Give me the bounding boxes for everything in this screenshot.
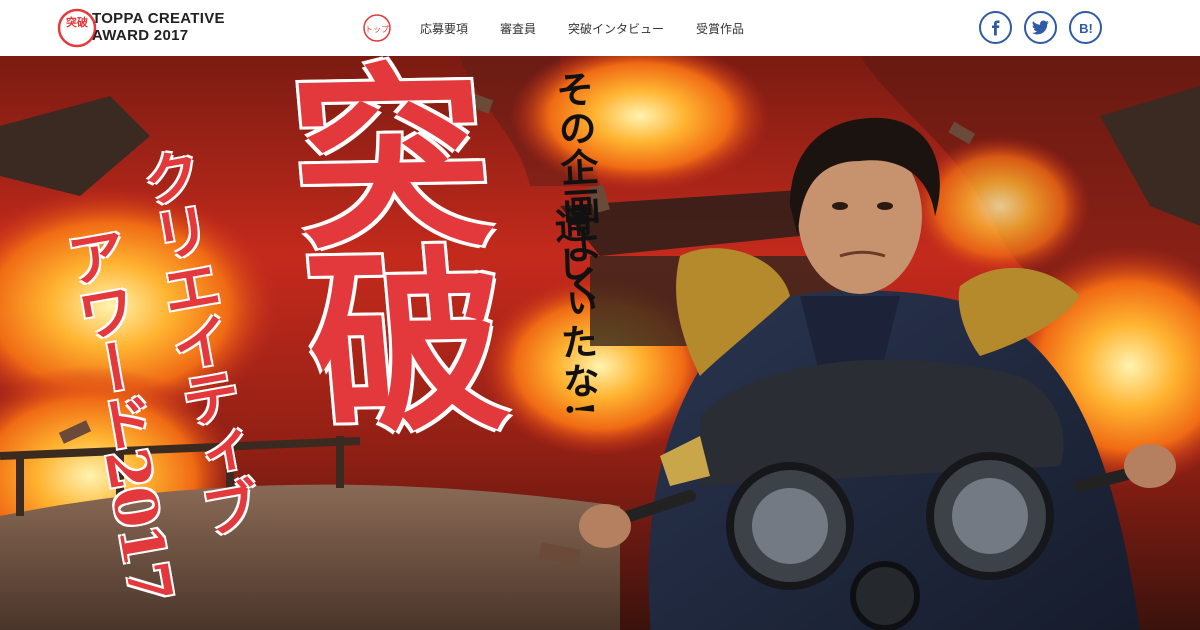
nav-item-interview[interactable]: 突破インタビュー bbox=[568, 20, 664, 37]
glove-left bbox=[579, 504, 631, 548]
nav-item-winners[interactable]: 受賞作品 bbox=[696, 20, 744, 37]
twitter-icon bbox=[1032, 20, 1049, 35]
logo-text-top: 突破 bbox=[66, 15, 88, 29]
bridge-deck bbox=[0, 484, 620, 630]
brand-line-1: TOPPA CREATIVE bbox=[92, 10, 225, 27]
hero-visual: その企画よく 通しぃたな! 突破 クリエイティブ アワード2017 bbox=[0, 56, 1200, 630]
catch-copy-line-2: 通しぃたな! bbox=[547, 204, 603, 421]
twitter-share-button[interactable] bbox=[1024, 11, 1057, 44]
facebook-share-button[interactable] bbox=[979, 11, 1012, 44]
svg-text:B!: B! bbox=[1079, 21, 1093, 36]
nav-item-judges[interactable]: 審査員 bbox=[500, 20, 536, 37]
site-header: 突破 TOPPA CREATIVE AWARD 2017 トップ 応募要項 審査… bbox=[0, 0, 1200, 56]
hatena-bookmark-button[interactable]: B! bbox=[1069, 11, 1102, 44]
main-nav: トップ 応募要項 審査員 突破インタビュー 受賞作品 bbox=[362, 0, 776, 56]
social-share: B! bbox=[967, 11, 1102, 44]
brand-name[interactable]: TOPPA CREATIVE AWARD 2017 bbox=[92, 10, 225, 44]
hatena-bookmark-icon: B! bbox=[1079, 21, 1093, 36]
home-top-icon[interactable]: トップ bbox=[362, 13, 392, 43]
glove-right bbox=[1124, 444, 1176, 488]
hero-title-main: 突破 bbox=[250, 56, 514, 426]
brand-line-2: AWARD 2017 bbox=[92, 27, 189, 44]
center-light bbox=[850, 561, 920, 630]
nav-item-guidelines[interactable]: 応募要項 bbox=[420, 20, 468, 37]
svg-text:トップ: トップ bbox=[365, 25, 389, 34]
facebook-icon bbox=[991, 20, 999, 35]
